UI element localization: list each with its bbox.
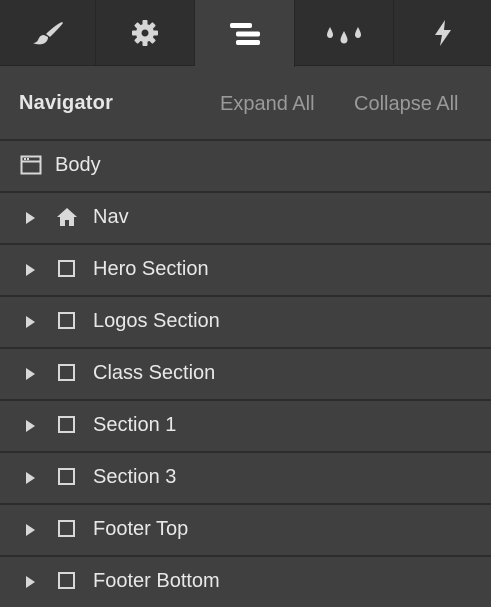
tree-item-class-section[interactable]: Class Section bbox=[0, 349, 491, 401]
box-icon bbox=[58, 520, 75, 537]
tree-item-nav[interactable]: Nav bbox=[0, 193, 491, 245]
box-icon bbox=[58, 260, 75, 277]
tree-item-logos-section[interactable]: Logos Section bbox=[0, 297, 491, 349]
box-icon bbox=[58, 572, 75, 589]
tree-item-body[interactable]: Body bbox=[0, 141, 491, 193]
drops-icon bbox=[327, 27, 361, 44]
expand-caret-icon[interactable] bbox=[26, 212, 35, 224]
brush-icon bbox=[32, 22, 63, 45]
tree-item-hero-section[interactable]: Hero Section bbox=[0, 245, 491, 297]
expand-caret-icon[interactable] bbox=[26, 368, 35, 380]
tab-settings[interactable] bbox=[96, 0, 195, 66]
tree-item-label: Body bbox=[55, 154, 101, 176]
tree-item-label: Footer Bottom bbox=[93, 570, 220, 592]
tree-item-label: Logos Section bbox=[93, 310, 220, 332]
tree-item-label: Footer Top bbox=[93, 518, 189, 540]
tree-item-section-1[interactable]: Section 1 bbox=[0, 401, 491, 453]
page-icon bbox=[20, 155, 42, 175]
tree-item-label: Section 3 bbox=[93, 466, 177, 488]
expand-caret-icon[interactable] bbox=[26, 472, 35, 484]
panel-tab-bar bbox=[0, 0, 491, 67]
home-icon bbox=[57, 208, 77, 226]
expand-caret-icon[interactable] bbox=[26, 316, 35, 328]
tree-item-label: Hero Section bbox=[93, 258, 209, 280]
expand-caret-icon[interactable] bbox=[26, 420, 35, 432]
box-icon bbox=[58, 416, 75, 433]
navigator-icon bbox=[229, 22, 260, 45]
tab-swatches[interactable] bbox=[295, 0, 394, 66]
tab-navigator[interactable] bbox=[195, 0, 295, 67]
gear-icon bbox=[132, 20, 158, 46]
expand-caret-icon[interactable] bbox=[26, 524, 35, 536]
tree-item-section-3[interactable]: Section 3 bbox=[0, 453, 491, 505]
navigator-header: Navigator Expand All Collapse All bbox=[0, 66, 491, 141]
tree-item-label: Nav bbox=[93, 206, 129, 228]
navigator-title: Navigator bbox=[19, 92, 114, 114]
tree-item-label: Section 1 bbox=[93, 414, 177, 436]
expand-caret-icon[interactable] bbox=[26, 264, 35, 276]
tree-item-footer-bottom[interactable]: Footer Bottom bbox=[0, 557, 491, 607]
box-icon bbox=[58, 312, 75, 329]
tab-style[interactable] bbox=[0, 0, 96, 66]
expand-all-button[interactable]: Expand All bbox=[220, 93, 315, 116]
tab-interactions[interactable] bbox=[394, 0, 491, 66]
box-icon bbox=[58, 468, 75, 485]
expand-caret-icon[interactable] bbox=[26, 576, 35, 588]
lightning-icon bbox=[434, 20, 451, 46]
collapse-all-button[interactable]: Collapse All bbox=[354, 93, 459, 116]
tree-item-label: Class Section bbox=[93, 362, 216, 384]
navigator-tree: Body Nav Hero Section Logos Section Clas… bbox=[0, 141, 491, 607]
tree-item-footer-top[interactable]: Footer Top bbox=[0, 505, 491, 557]
box-icon bbox=[58, 364, 75, 381]
